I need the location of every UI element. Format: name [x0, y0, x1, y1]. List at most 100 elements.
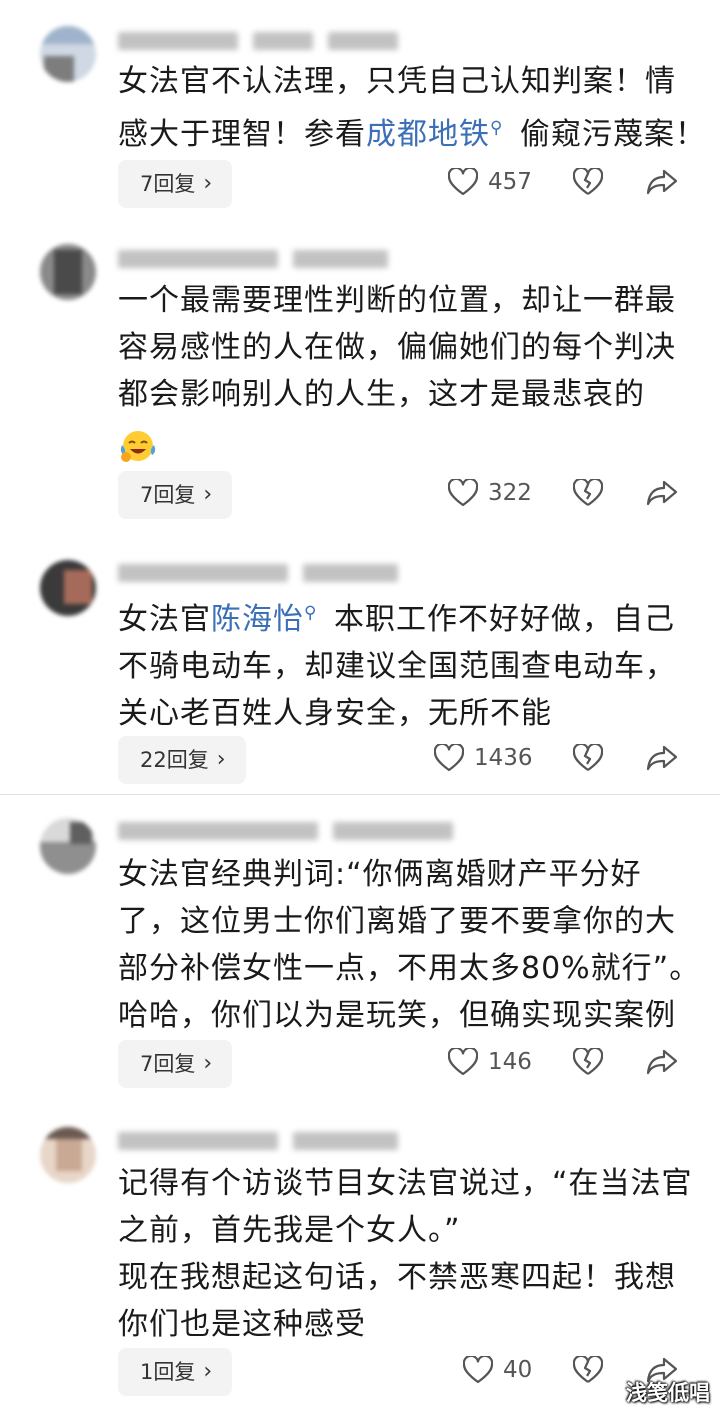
text-segment: 都会影响别人的人生，这才是最悲哀的: [118, 377, 645, 412]
avatar[interactable]: [40, 818, 96, 874]
comment-line: 现在我想起这句话，不禁恶寒四起！我想: [118, 1254, 692, 1301]
text-segment: 女法官: [118, 602, 211, 637]
avatar[interactable]: [40, 26, 96, 82]
comment-text: 一个最需要理性判断的位置，却让一群最 容易感性的人在做，偏偏她们的每个判决 都会…: [118, 277, 692, 465]
text-segment: 一个最需要理性判断的位置，却让一群最: [118, 283, 676, 318]
replies-count: 7回复: [140, 1052, 196, 1076]
text-segment: 感大于理智！参看: [118, 117, 366, 152]
like-button[interactable]: 1436: [434, 744, 533, 772]
dislike-button[interactable]: [572, 742, 604, 776]
like-count: 146: [488, 1049, 532, 1075]
like-count: 457: [488, 169, 532, 195]
text-segment: 了，这位男士你们离婚了要不要拿你的大: [118, 904, 676, 939]
heart-outline-icon: [448, 168, 478, 196]
comment-line: 都会影响别人的人生，这才是最悲哀的: [118, 371, 692, 418]
avatar[interactable]: [40, 560, 96, 616]
replies-button[interactable]: 22回复 ›: [118, 736, 246, 784]
comment-line: 感大于理智！参看成都地铁⚲ 偷窥污蔑案！: [118, 105, 705, 158]
text-segment: 容易感性的人在做，偏偏她们的每个判决: [118, 330, 676, 365]
replies-count: 7回复: [140, 483, 196, 507]
text-segment: 女法官经典判词:“你俩离婚财产平分好: [118, 857, 642, 892]
like-button[interactable]: 322: [448, 479, 532, 507]
chevron-right-icon: ›: [203, 482, 213, 507]
dislike-button[interactable]: [572, 1046, 604, 1080]
like-count: 40: [503, 1357, 533, 1383]
broken-heart-icon: [572, 1046, 604, 1075]
heart-outline-icon: [434, 744, 464, 772]
replies-count: 22回复: [140, 748, 209, 772]
heart-outline-icon: [463, 1356, 493, 1384]
comment-line: 了，这位男士你们离婚了要不要拿你的大: [118, 898, 692, 945]
replies-button[interactable]: 7回复 ›: [118, 1040, 233, 1088]
topic-link[interactable]: 成都地铁: [366, 117, 490, 152]
dislike-button[interactable]: [572, 477, 604, 511]
heart-outline-icon: [448, 479, 478, 507]
chevron-right-icon: ›: [203, 1051, 213, 1076]
text-segment: 关心老百姓人身安全，无所不能: [118, 696, 552, 731]
replies-button[interactable]: 7回复 ›: [118, 471, 233, 519]
comment-line: 女法官经典判词:“你俩离婚财产平分好: [118, 851, 692, 898]
comment-line: 容易感性的人在做，偏偏她们的每个判决: [118, 324, 692, 371]
search-icon: ⚲: [304, 603, 318, 623]
username-blurred[interactable]: [118, 246, 408, 272]
share-arrow-icon: [646, 745, 678, 771]
text-segment: 现在我想起这句话，不禁恶寒四起！我想: [118, 1260, 676, 1295]
like-button[interactable]: 457: [448, 168, 532, 196]
text-segment: 记得有个访谈节目女法官说过，“在当法官: [118, 1166, 693, 1201]
broken-heart-icon: [572, 166, 604, 195]
share-button[interactable]: [646, 168, 678, 200]
username-blurred[interactable]: [118, 28, 408, 54]
avatar[interactable]: [40, 244, 96, 300]
username-blurred[interactable]: [118, 1128, 408, 1154]
text-segment: 你们也是这种感受: [118, 1307, 366, 1342]
topic-link[interactable]: 陈海怡: [211, 602, 304, 637]
chevron-right-icon: ›: [203, 1359, 213, 1384]
share-arrow-icon: [646, 480, 678, 506]
replies-count: 1回复: [140, 1360, 196, 1384]
username-blurred[interactable]: [118, 560, 408, 586]
share-arrow-icon: [646, 169, 678, 195]
text-segment: 本职工作不好好做，自己: [323, 602, 675, 637]
comment-line: 哈哈，你们以为是玩笑，但确实现实案例: [118, 992, 692, 1039]
username-blurred[interactable]: [118, 818, 458, 844]
comment-line: 关心老百姓人身安全，无所不能: [118, 690, 692, 737]
comment-text: 记得有个访谈节目女法官说过，“在当法官 之前，首先我是个女人。” 现在我想起这句…: [118, 1160, 692, 1348]
chevron-right-icon: ›: [216, 747, 226, 772]
comment-actions: 7回复 › 457: [118, 160, 690, 208]
comment-text: 女法官不认法理，只凭自己认知判案！情 感大于理智！参看成都地铁⚲ 偷窥污蔑案！: [118, 58, 705, 158]
text-segment: 不骑电动车，却建议全国范围查电动车，: [118, 649, 676, 684]
like-count: 1436: [474, 745, 533, 771]
comment-line: 部分补偿女性一点，不用太多80%就行”。: [118, 945, 699, 992]
heart-outline-icon: [448, 1048, 478, 1076]
share-arrow-icon: [646, 1049, 678, 1075]
comment-actions: 22回复 › 1436: [118, 736, 690, 784]
text-segment: 部分补偿女性一点，不用太多80%就行”。: [118, 951, 701, 986]
share-button[interactable]: [646, 479, 678, 511]
like-button[interactable]: 146: [448, 1048, 532, 1076]
comment-line: 记得有个访谈节目女法官说过，“在当法官: [118, 1160, 692, 1207]
replies-button[interactable]: 7回复 ›: [118, 160, 233, 208]
comment-actions: 7回复 › 322: [118, 471, 690, 519]
dislike-button[interactable]: [572, 166, 604, 200]
comment-actions: 7回复 › 146: [118, 1040, 690, 1088]
crying-laughing-emoji: [120, 430, 156, 462]
avatar[interactable]: [40, 1127, 96, 1183]
chevron-right-icon: ›: [203, 171, 213, 196]
like-button[interactable]: 40: [463, 1356, 532, 1384]
comment-text: 女法官陈海怡⚲ 本职工作不好好做，自己 不骑电动车，却建议全国范围查电动车， 关…: [118, 590, 692, 737]
comment-line: 女法官陈海怡⚲ 本职工作不好好做，自己: [118, 590, 692, 643]
share-button[interactable]: [646, 744, 678, 776]
search-icon: ⚲: [490, 118, 504, 138]
comment-line: [118, 418, 692, 465]
like-count: 322: [488, 480, 532, 506]
replies-button[interactable]: 1回复 ›: [118, 1348, 233, 1396]
replies-count: 7回复: [140, 172, 196, 196]
comment-line: 你们也是这种感受: [118, 1301, 692, 1348]
dislike-button[interactable]: [572, 1354, 604, 1388]
watermark: 浅笺低唱: [626, 1381, 710, 1405]
text-segment: 女法官不认法理，只凭自己认知判案！情: [118, 64, 676, 99]
comment-text: 女法官经典判词:“你俩离婚财产平分好 了，这位男士你们离婚了要不要拿你的大 部分…: [118, 851, 699, 1039]
comment-line: 之前，首先我是个女人。”: [118, 1207, 692, 1254]
share-button[interactable]: [646, 1048, 678, 1080]
comment-line: 不骑电动车，却建议全国范围查电动车，: [118, 643, 692, 690]
